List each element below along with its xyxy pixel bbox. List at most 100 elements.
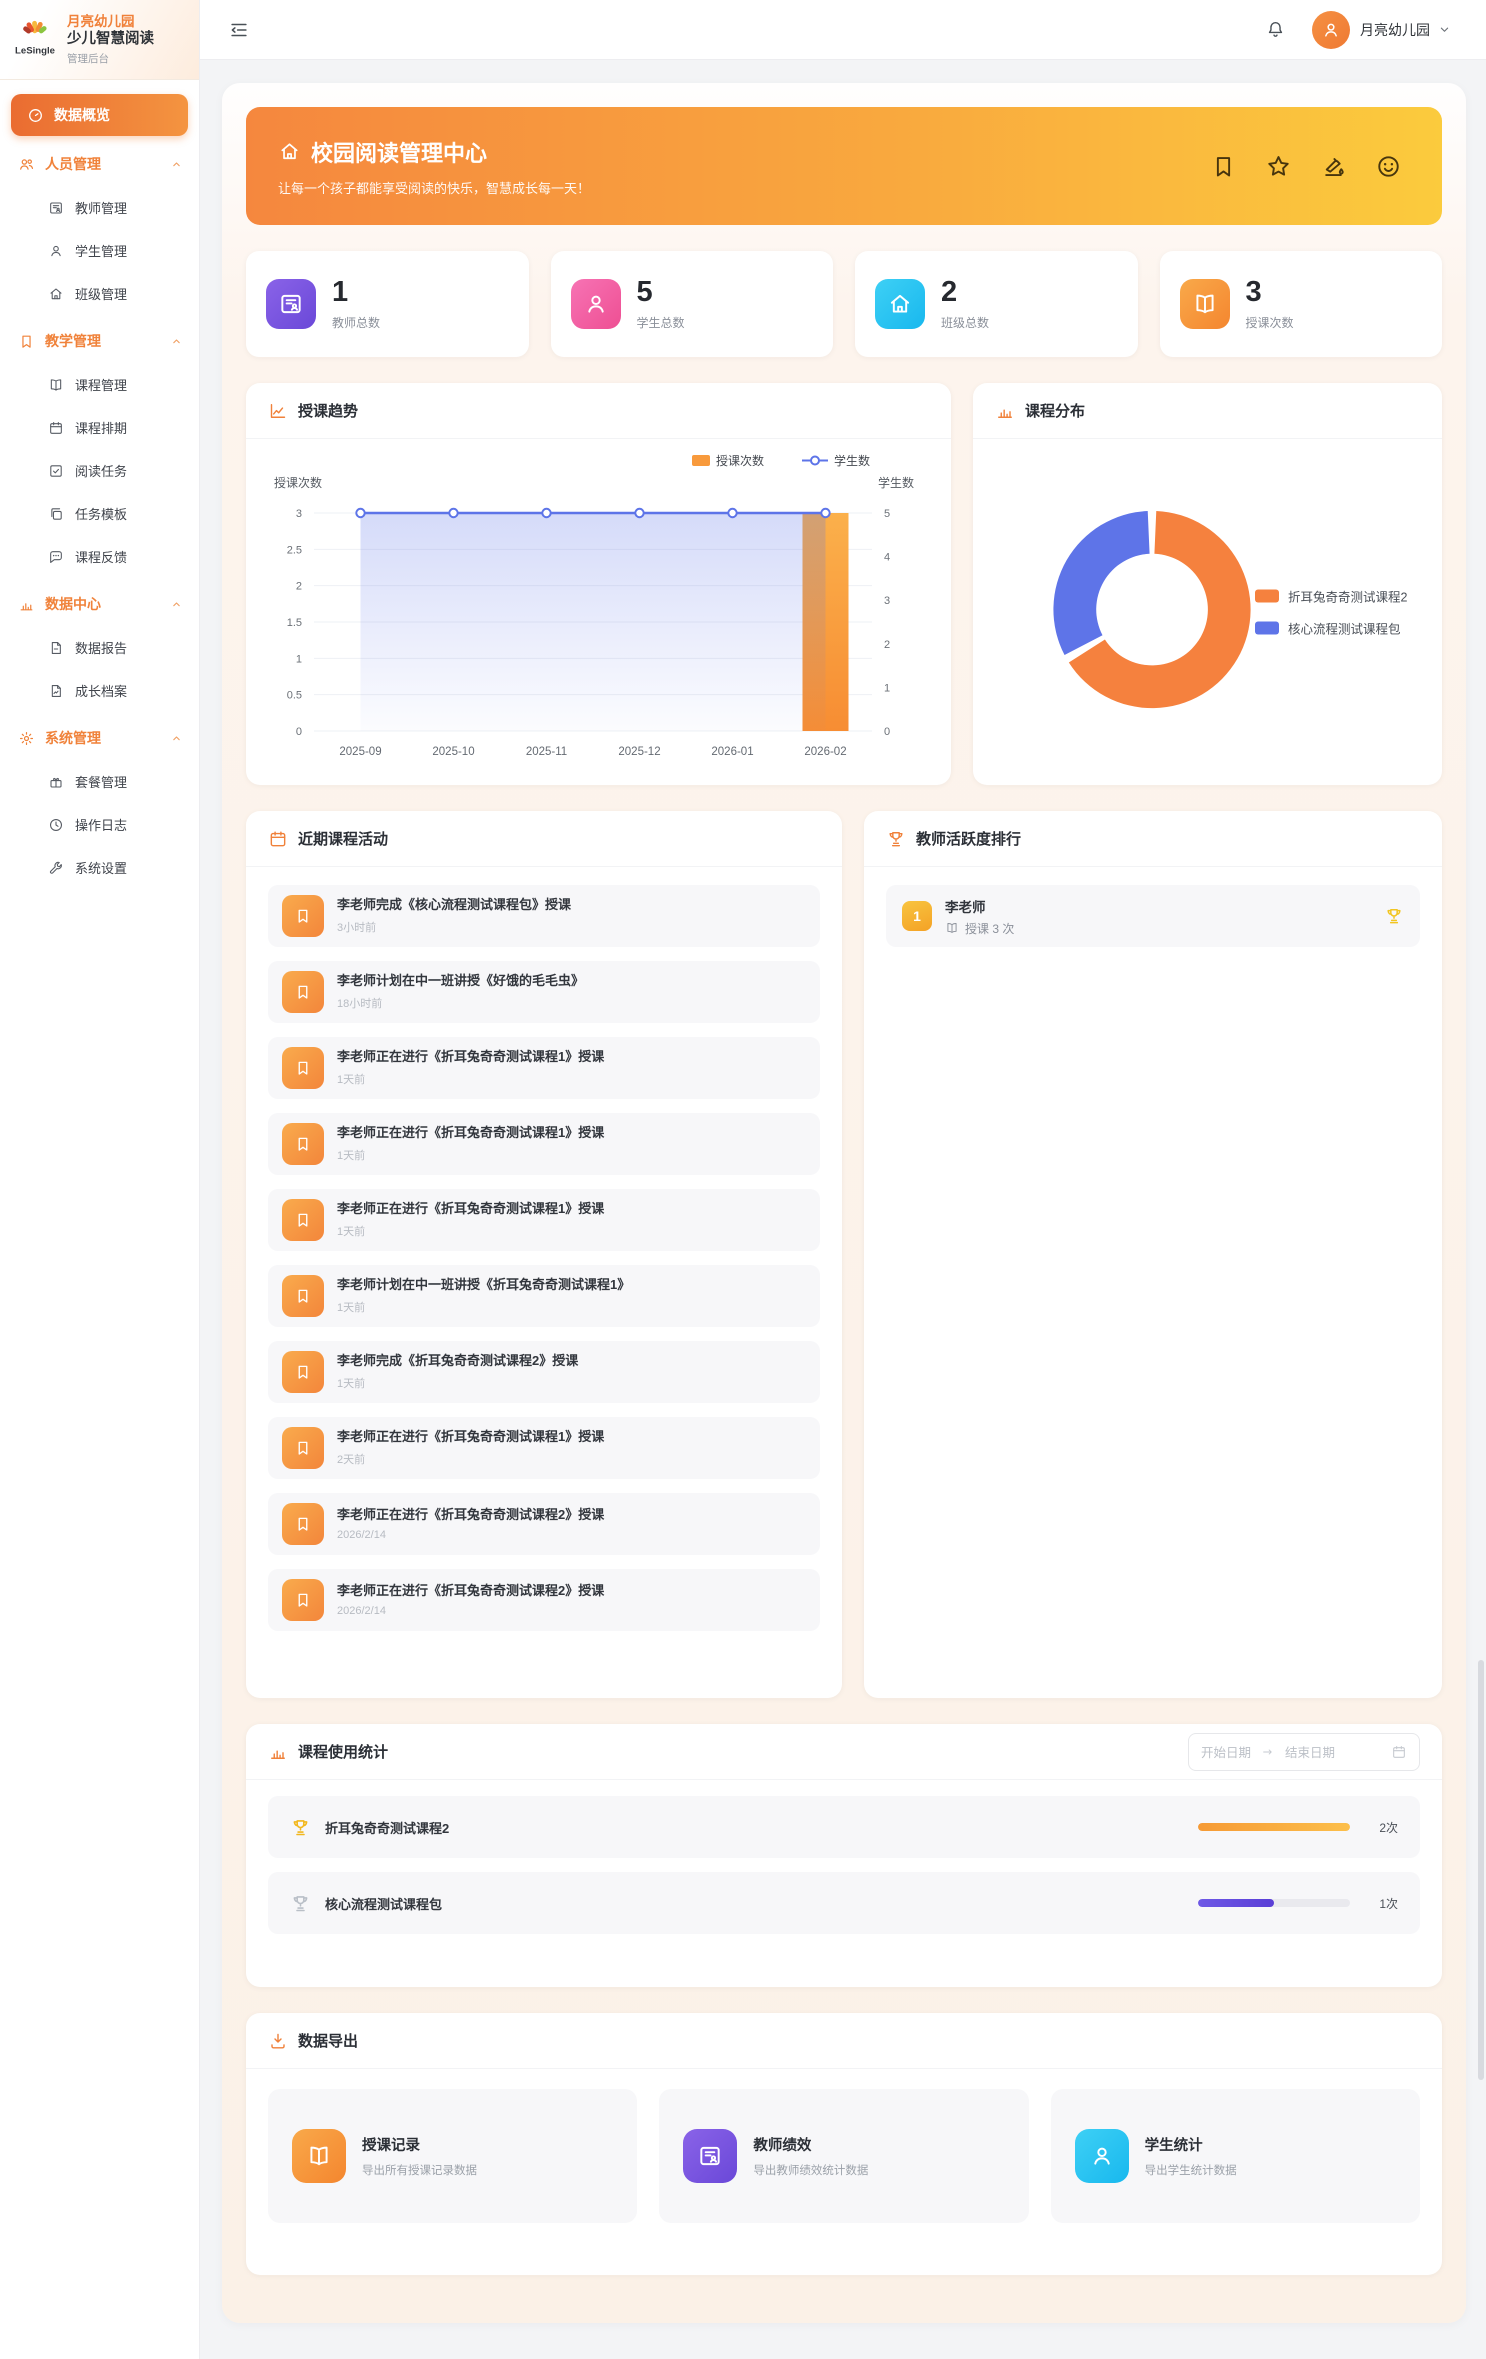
sidebar-item-学生管理[interactable]: 学生管理	[0, 229, 199, 272]
trophy-gold-icon	[290, 1817, 311, 1838]
date-range-picker[interactable]: 开始日期 结束日期	[1188, 1733, 1420, 1771]
sidebar-item-套餐管理[interactable]: 套餐管理	[0, 760, 199, 803]
activity-time: 2026/2/14	[337, 1529, 604, 1541]
pie-legend-item[interactable]: 折耳兔奇奇测试课程2	[1255, 586, 1407, 605]
export-tile-title: 学生统计	[1145, 2134, 1237, 2155]
bookmark-icon	[282, 1351, 324, 1393]
bookmark-icon	[282, 1199, 324, 1241]
sidebar-item-操作日志[interactable]: 操作日志	[0, 803, 199, 846]
scrollbar-thumb[interactable]	[1478, 1660, 1484, 2080]
export-tile-desc: 导出所有授课记录数据	[362, 2162, 477, 2178]
chevron-up-icon	[170, 598, 183, 611]
chevron-down-icon	[1437, 22, 1452, 37]
activity-row[interactable]: 李老师正在进行《折耳兔奇奇测试课程2》授课 2026/2/14	[268, 1569, 820, 1631]
usage-list: 折耳兔奇奇测试课程2 2次 核心流程测试课程包 1次	[246, 1780, 1442, 1950]
sidebar-item-overview[interactable]: 数据概览	[11, 94, 188, 136]
sidebar-group-label: 人员管理	[45, 154, 101, 174]
activity-row[interactable]: 李老师正在进行《折耳兔奇奇测试课程1》授课 2天前	[268, 1417, 820, 1479]
activity-time: 18小时前	[337, 995, 584, 1011]
bookmark-icon[interactable]	[1210, 153, 1237, 180]
start-date-placeholder: 开始日期	[1201, 1742, 1251, 1761]
sidebar-item-成长档案[interactable]: 成长档案	[0, 669, 199, 712]
sidebar-item-label: 学生管理	[75, 241, 127, 260]
usage-count: 1次	[1364, 1895, 1398, 1912]
stat-label: 班级总数	[941, 314, 989, 331]
sidebar-group-1[interactable]: 教学管理	[0, 319, 199, 363]
trophy-icon	[886, 829, 906, 849]
pie-chart-card: 课程分布 折耳兔奇奇测试课程2 核心流程测试课程包	[973, 383, 1442, 785]
activity-row[interactable]: 李老师正在进行《折耳兔奇奇测试课程1》授课 1天前	[268, 1037, 820, 1099]
sidebar-item-label: 教师管理	[75, 198, 127, 217]
activity-row[interactable]: 李老师完成《折耳兔奇奇测试课程2》授课 1天前	[268, 1341, 820, 1403]
sidebar-item-课程排期[interactable]: 课程排期	[0, 406, 199, 449]
smile-icon[interactable]	[1375, 153, 1402, 180]
activity-row[interactable]: 李老师正在进行《折耳兔奇奇测试课程1》授课 1天前	[268, 1113, 820, 1175]
activity-row[interactable]: 李老师计划在中一班讲授《折耳兔奇奇测试课程1》 1天前	[268, 1265, 820, 1327]
bookmark-icon	[282, 1275, 324, 1317]
end-date-placeholder: 结束日期	[1285, 1742, 1335, 1761]
sidebar-item-教师管理[interactable]: 教师管理	[0, 186, 199, 229]
progress-fill	[1198, 1823, 1350, 1831]
legend-swatch	[1255, 621, 1279, 634]
activity-title: 李老师完成《折耳兔奇奇测试课程2》授课	[337, 1353, 578, 1370]
svg-text:2: 2	[884, 639, 890, 651]
activity-time: 1天前	[337, 1299, 630, 1315]
sidebar-item-课程反馈[interactable]: 课程反馈	[0, 535, 199, 578]
svg-text:1: 1	[884, 682, 890, 694]
activity-time: 1天前	[337, 1375, 578, 1391]
bookmark-icon	[282, 1427, 324, 1469]
svg-text:授课次数: 授课次数	[716, 453, 764, 468]
svg-text:2: 2	[296, 581, 302, 593]
sidebar-item-阅读任务[interactable]: 阅读任务	[0, 449, 199, 492]
brand-org: 月亮幼儿园	[67, 14, 154, 31]
legend-item: 学生数	[802, 453, 870, 468]
logo-text: LeSingle	[15, 45, 55, 56]
bell-icon[interactable]	[1265, 19, 1286, 40]
sidebar-item-班级管理[interactable]: 班级管理	[0, 272, 199, 315]
activity-row[interactable]: 李老师正在进行《折耳兔奇奇测试课程1》授课 1天前	[268, 1189, 820, 1251]
export-tile-授课记录[interactable]: 授课记录 导出所有授课记录数据	[268, 2089, 637, 2223]
sidebar: LeSingle 月亮幼儿园 少儿智慧阅读 管理后台 数据概览人员管理教师管理学…	[0, 0, 200, 2359]
export-tile-教师绩效[interactable]: 教师绩效 导出教师绩效统计数据	[659, 2089, 1028, 2223]
trophy-icon	[1384, 906, 1404, 926]
export-title: 数据导出	[298, 2030, 358, 2051]
collapse-menu-icon[interactable]	[228, 19, 250, 41]
svg-text:2026-02: 2026-02	[804, 746, 846, 758]
activity-row[interactable]: 李老师完成《核心流程测试课程包》授课 3小时前	[268, 885, 820, 947]
sidebar-item-课程管理[interactable]: 课程管理	[0, 363, 199, 406]
sidebar-item-label: 数据概览	[54, 105, 110, 125]
activity-list: 李老师完成《核心流程测试课程包》授课 3小时前 李老师计划在中一班讲授《好饿的毛…	[246, 867, 842, 1649]
svg-text:3: 3	[296, 508, 302, 520]
activity-row[interactable]: 李老师计划在中一班讲授《好饿的毛毛虫》 18小时前	[268, 961, 820, 1023]
idcard-icon	[683, 2129, 737, 2183]
chevron-up-icon	[170, 335, 183, 348]
paint-icon[interactable]	[1320, 153, 1347, 180]
activity-title: 李老师正在进行《折耳兔奇奇测试课程1》授课	[337, 1201, 604, 1218]
sidebar-group-0[interactable]: 人员管理	[0, 142, 199, 186]
sidebar-item-label: 课程排期	[75, 418, 127, 437]
activity-title: 李老师计划在中一班讲授《折耳兔奇奇测试课程1》	[337, 1277, 630, 1294]
svg-text:学生数: 学生数	[878, 475, 914, 490]
export-tile-学生统计[interactable]: 学生统计 导出学生统计数据	[1051, 2089, 1420, 2223]
brand-role: 管理后台	[67, 51, 154, 66]
user-menu[interactable]: 月亮幼儿园	[1312, 11, 1452, 49]
course-name: 核心流程测试课程包	[325, 1894, 442, 1913]
usage-count: 2次	[1364, 1819, 1398, 1836]
sidebar-item-系统设置[interactable]: 系统设置	[0, 846, 199, 889]
sidebar-item-label: 阅读任务	[75, 461, 127, 480]
svg-text:1.5: 1.5	[287, 617, 302, 629]
svg-text:1: 1	[296, 653, 302, 665]
sidebar-item-任务模板[interactable]: 任务模板	[0, 492, 199, 535]
star-icon[interactable]	[1265, 153, 1292, 180]
pie-legend-item[interactable]: 核心流程测试课程包	[1255, 618, 1407, 637]
sidebar-group-3[interactable]: 系统管理	[0, 716, 199, 760]
sidebar-item-label: 课程管理	[75, 375, 127, 394]
stat-card-授课次数: 3 授课次数	[1160, 251, 1443, 357]
rank-row[interactable]: 1 李老师 授课 3 次	[886, 885, 1420, 947]
chevron-up-icon	[170, 158, 183, 171]
sidebar-item-数据报告[interactable]: 数据报告	[0, 626, 199, 669]
activity-row[interactable]: 李老师正在进行《折耳兔奇奇测试课程2》授课 2026/2/14	[268, 1493, 820, 1555]
sidebar-group-2[interactable]: 数据中心	[0, 582, 199, 626]
hero-banner: 校园阅读管理中心 让每一个孩子都能享受阅读的快乐，智慧成长每一天！	[246, 107, 1442, 225]
activity-title: 李老师完成《核心流程测试课程包》授课	[337, 897, 571, 914]
